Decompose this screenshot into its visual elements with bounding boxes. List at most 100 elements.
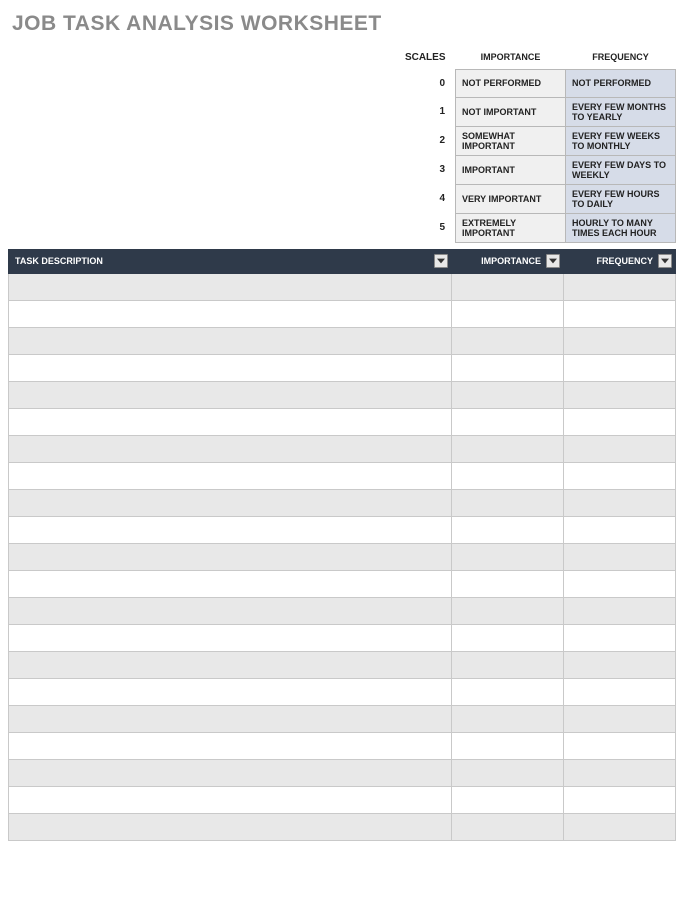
- cell-task[interactable]: [9, 732, 452, 759]
- table-row: [9, 624, 676, 651]
- cell-importance[interactable]: [452, 759, 564, 786]
- table-row: [9, 543, 676, 570]
- cell-frequency[interactable]: [564, 624, 676, 651]
- cell-task[interactable]: [9, 705, 452, 732]
- cell-frequency[interactable]: [564, 705, 676, 732]
- scale-frequency: EVERY FEW MONTHS TO YEARLY: [566, 97, 676, 126]
- filter-button-frequency[interactable]: [658, 254, 672, 268]
- table-row: [9, 381, 676, 408]
- scale-frequency: HOURLY TO MANY TIMES EACH HOUR: [566, 213, 676, 242]
- cell-task[interactable]: [9, 327, 452, 354]
- cell-frequency[interactable]: [564, 813, 676, 840]
- chevron-down-icon: [661, 258, 669, 264]
- cell-importance[interactable]: [452, 516, 564, 543]
- scale-importance: NOT IMPORTANT: [456, 97, 566, 126]
- cell-task[interactable]: [9, 462, 452, 489]
- cell-frequency[interactable]: [564, 543, 676, 570]
- cell-task[interactable]: [9, 543, 452, 570]
- column-header-importance: IMPORTANCE: [452, 249, 564, 273]
- filter-button-importance[interactable]: [546, 254, 560, 268]
- table-row: [9, 651, 676, 678]
- table-row: [9, 705, 676, 732]
- cell-importance[interactable]: [452, 462, 564, 489]
- cell-importance[interactable]: [452, 705, 564, 732]
- cell-task[interactable]: [9, 759, 452, 786]
- table-row: [9, 597, 676, 624]
- scale-importance: VERY IMPORTANT: [456, 184, 566, 213]
- cell-importance[interactable]: [452, 624, 564, 651]
- cell-importance[interactable]: [452, 597, 564, 624]
- cell-importance[interactable]: [452, 678, 564, 705]
- cell-importance[interactable]: [452, 381, 564, 408]
- cell-frequency[interactable]: [564, 786, 676, 813]
- filter-button-task[interactable]: [434, 254, 448, 268]
- table-row: [9, 408, 676, 435]
- cell-task[interactable]: [9, 489, 452, 516]
- cell-task[interactable]: [9, 813, 452, 840]
- cell-task[interactable]: [9, 300, 452, 327]
- cell-frequency[interactable]: [564, 597, 676, 624]
- cell-task[interactable]: [9, 516, 452, 543]
- cell-frequency[interactable]: [564, 759, 676, 786]
- table-row: [9, 516, 676, 543]
- cell-importance[interactable]: [452, 435, 564, 462]
- scale-importance: IMPORTANT: [456, 155, 566, 184]
- cell-importance[interactable]: [452, 543, 564, 570]
- cell-frequency[interactable]: [564, 678, 676, 705]
- table-row: [9, 273, 676, 300]
- chevron-down-icon: [549, 258, 557, 264]
- cell-task[interactable]: [9, 678, 452, 705]
- cell-importance[interactable]: [452, 813, 564, 840]
- table-row: [9, 435, 676, 462]
- cell-task[interactable]: [9, 435, 452, 462]
- cell-frequency[interactable]: [564, 732, 676, 759]
- table-row: [9, 786, 676, 813]
- scale-number: 5: [399, 213, 456, 242]
- table-row: [9, 462, 676, 489]
- cell-frequency[interactable]: [564, 300, 676, 327]
- cell-task[interactable]: [9, 381, 452, 408]
- table-row: [9, 678, 676, 705]
- scale-number: 1: [399, 97, 456, 126]
- cell-frequency[interactable]: [564, 327, 676, 354]
- page-title: JOB TASK ANALYSIS WORKSHEET: [12, 12, 676, 36]
- cell-frequency[interactable]: [564, 381, 676, 408]
- scale-importance: NOT PERFORMED: [456, 69, 566, 97]
- cell-frequency[interactable]: [564, 570, 676, 597]
- cell-importance[interactable]: [452, 408, 564, 435]
- cell-frequency[interactable]: [564, 516, 676, 543]
- cell-task[interactable]: [9, 624, 452, 651]
- cell-task[interactable]: [9, 408, 452, 435]
- scale-frequency: EVERY FEW WEEKS TO MONTHLY: [566, 126, 676, 155]
- cell-task[interactable]: [9, 354, 452, 381]
- cell-importance[interactable]: [452, 273, 564, 300]
- cell-importance[interactable]: [452, 786, 564, 813]
- cell-importance[interactable]: [452, 570, 564, 597]
- cell-task[interactable]: [9, 651, 452, 678]
- cell-task[interactable]: [9, 273, 452, 300]
- cell-importance[interactable]: [452, 489, 564, 516]
- cell-importance[interactable]: [452, 354, 564, 381]
- cell-importance[interactable]: [452, 300, 564, 327]
- cell-task[interactable]: [9, 597, 452, 624]
- scales-header-importance: IMPORTANCE: [456, 48, 566, 69]
- cell-frequency[interactable]: [564, 489, 676, 516]
- scale-number: 4: [399, 184, 456, 213]
- cell-frequency[interactable]: [564, 435, 676, 462]
- cell-importance[interactable]: [452, 651, 564, 678]
- cell-task[interactable]: [9, 786, 452, 813]
- column-header-task: TASK DESCRIPTION: [9, 249, 452, 273]
- cell-frequency[interactable]: [564, 651, 676, 678]
- cell-task[interactable]: [9, 570, 452, 597]
- column-header-task-label: TASK DESCRIPTION: [15, 256, 103, 266]
- cell-frequency[interactable]: [564, 273, 676, 300]
- cell-importance[interactable]: [452, 327, 564, 354]
- cell-frequency[interactable]: [564, 354, 676, 381]
- cell-importance[interactable]: [452, 732, 564, 759]
- scale-number: 2: [399, 126, 456, 155]
- cell-frequency[interactable]: [564, 462, 676, 489]
- cell-frequency[interactable]: [564, 408, 676, 435]
- scales-legend: SCALES IMPORTANCE FREQUENCY 0NOT PERFORM…: [8, 48, 676, 243]
- column-header-importance-label: IMPORTANCE: [481, 256, 541, 266]
- scale-importance: SOMEWHAT IMPORTANT: [456, 126, 566, 155]
